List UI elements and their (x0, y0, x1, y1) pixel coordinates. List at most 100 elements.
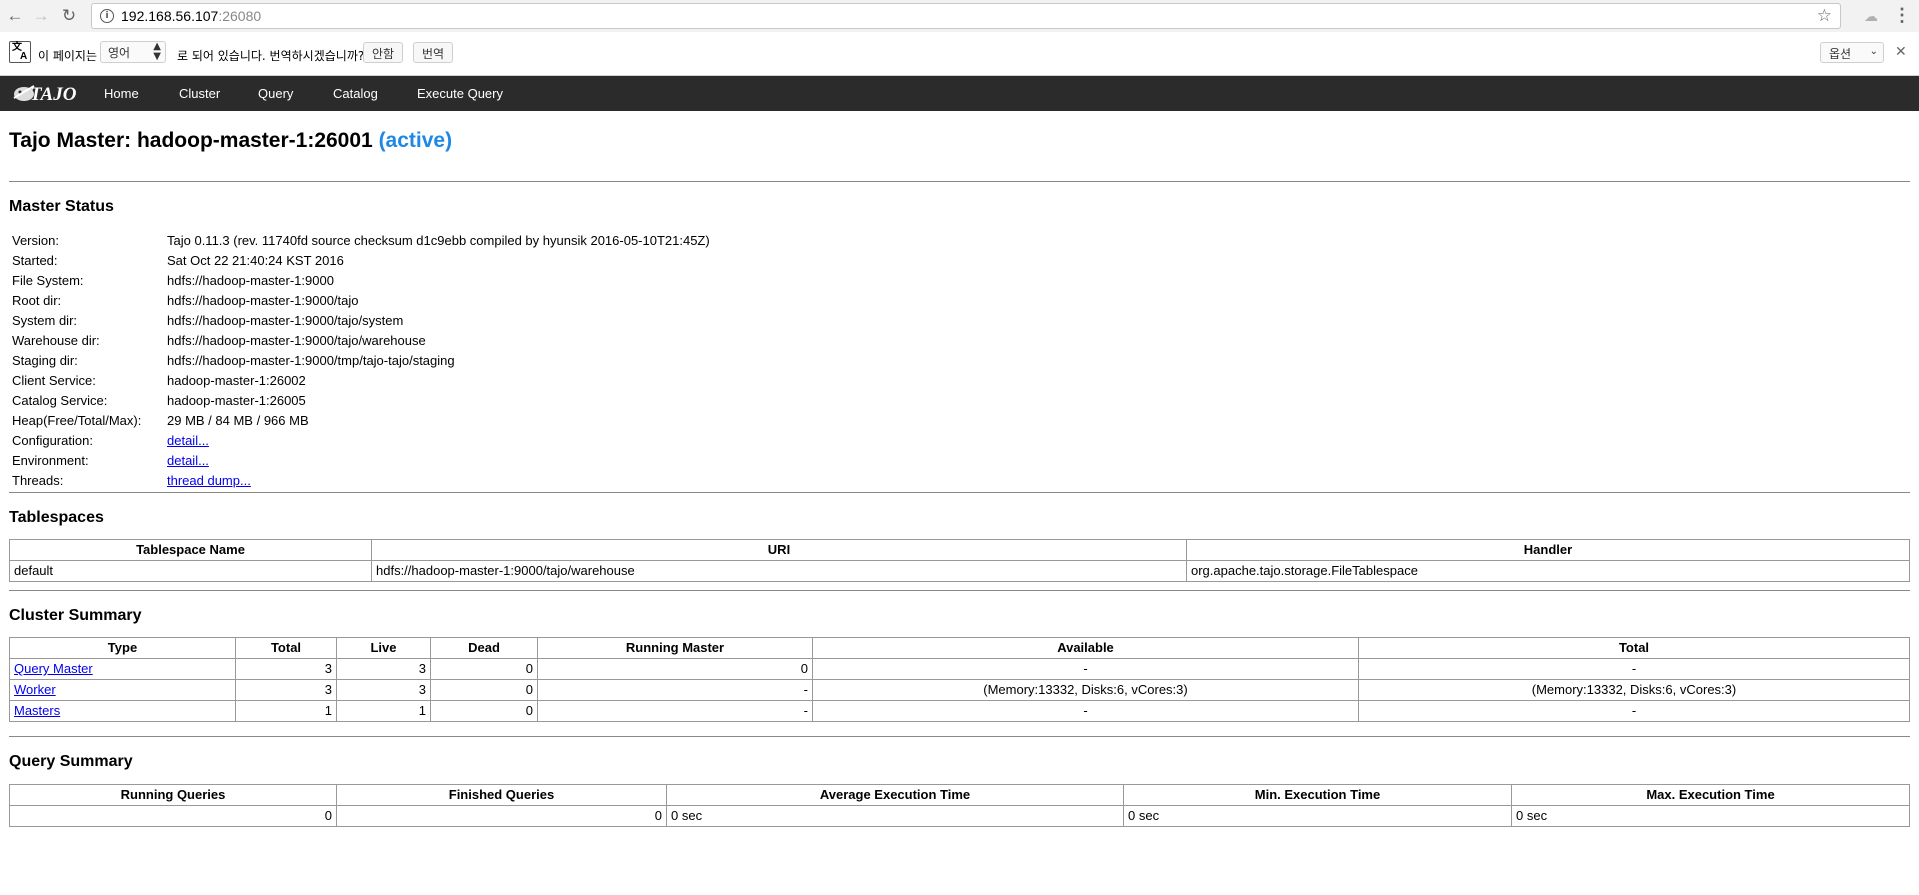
translate-bar: 文A 이 페이지는 영어 ▲ ▼ 로 되어 있습니다. 번역하시겠습니까? 안함 … (0, 32, 1919, 76)
nope-button[interactable]: 안함 (363, 42, 404, 63)
dead-cell: 0 (430, 658, 538, 680)
running-master-cell: 0 (537, 658, 813, 680)
status-row: Started: Sat Oct 22 21:40:24 KST 2016 (9, 251, 710, 271)
bookmark-star-icon[interactable]: ☆ (1817, 6, 1832, 26)
total-resource-cell: (Memory:13332, Disks:6, vCores:3) (1358, 679, 1910, 701)
tajo-menubar: TAJO Home Cluster Query Catalog Execute … (0, 76, 1919, 111)
cluster-summary-table: Type Total Live Dead Running Master Avai… (9, 637, 1910, 722)
dead-cell: 0 (430, 700, 538, 722)
status-key: Started: (12, 253, 58, 268)
status-row: Catalog Service: hadoop-master-1:26005 (9, 391, 710, 411)
query-summary-table: Running Queries Finished Queries Average… (9, 784, 1910, 827)
menu-home[interactable]: Home (104, 86, 139, 101)
total-cell: 1 (235, 700, 337, 722)
url-port: :26080 (218, 8, 262, 24)
address-bar[interactable]: i 192.168.56.107:26080 ☆ (91, 3, 1841, 29)
live-cell: 1 (336, 700, 431, 722)
total-cell: 3 (235, 679, 337, 701)
column-header: URI (371, 539, 1187, 561)
menu-catalog[interactable]: Catalog (333, 86, 378, 101)
divider (9, 590, 1910, 591)
column-header: Running Queries (9, 784, 337, 806)
page-content: Tajo Master: hadoop-master-1:26001 (acti… (9, 111, 1910, 827)
total-resource-cell: - (1358, 700, 1910, 722)
column-header: Total (1358, 637, 1910, 659)
column-header: Total (235, 637, 337, 659)
tablespaces-table: Tablespace Name URI Handler default hdfs… (9, 539, 1910, 582)
status-row: Warehouse dir: hdfs://hadoop-master-1:900… (9, 331, 710, 351)
type-link[interactable]: Query Master (14, 661, 93, 676)
chevron-down-icon: ⌄ (1869, 46, 1878, 57)
running-master-cell: - (537, 679, 813, 701)
language-select[interactable]: 영어 ▲ ▼ (100, 41, 166, 63)
column-header: Min. Execution Time (1123, 784, 1512, 806)
table-row: Masters 1 1 0- - - (9, 700, 1910, 722)
menu-query[interactable]: Query (258, 86, 293, 101)
active-status: (active) (378, 129, 453, 152)
status-row: Heap(Free/Total/Max): 29 MB / 84 MB / 966… (9, 411, 710, 431)
status-row: Version: Tajo 0.11.3 (rev. 11740fd source… (9, 231, 710, 251)
type-link[interactable]: Masters (14, 703, 60, 718)
type-link[interactable]: Worker (14, 682, 56, 697)
finished-queries-cell: 0 (336, 805, 667, 827)
detail-link[interactable]: thread dump... (167, 473, 251, 488)
status-row: Threads: thread dump... (9, 471, 710, 491)
menu-execute-query[interactable]: Execute Query (417, 86, 503, 101)
column-header: Max. Execution Time (1511, 784, 1910, 806)
status-value: Sat Oct 22 21:40:24 KST 2016 (167, 253, 344, 268)
status-key: Warehouse dir: (12, 333, 100, 348)
status-value: hdfs://hadoop-master-1:9000/tajo/warehou… (167, 333, 426, 348)
status-key: System dir: (12, 313, 78, 328)
status-row: Configuration: detail... (9, 431, 710, 451)
table-cell: default (9, 560, 372, 582)
translate-button[interactable]: 번역 (413, 42, 454, 63)
available-cell: (Memory:13332, Disks:6, vCores:3) (812, 679, 1359, 701)
status-value: hdfs://hadoop-master-1:9000/tmp/tajo-taj… (167, 353, 455, 368)
status-key: Configuration: (12, 433, 93, 448)
avg-time-cell: 0 sec (666, 805, 1124, 827)
logo-text: TAJO (30, 84, 77, 105)
column-header: Handler (1186, 539, 1910, 561)
page-title: Tajo Master: hadoop-master-1:26001 (acti… (9, 128, 1910, 154)
available-cell: - (812, 658, 1359, 680)
detail-link[interactable]: detail... (167, 433, 209, 448)
translate-suffix: 로 되어 있습니다. 번역하시겠습니까? (177, 49, 365, 63)
column-header: Running Master (537, 637, 813, 659)
table-row: Query Master 3 3 0 0- - (9, 658, 1910, 680)
min-time-cell: 0 sec (1123, 805, 1512, 827)
info-icon[interactable]: i (100, 9, 114, 23)
back-arrow-icon[interactable]: ← (5, 6, 25, 26)
status-value: hadoop-master-1:26005 (167, 393, 306, 408)
dead-cell: 0 (430, 679, 538, 701)
tajo-logo[interactable]: TAJO (10, 80, 86, 106)
status-row: Client Service: hadoop-master-1:26002 (9, 371, 710, 391)
status-key: Catalog Service: (12, 393, 108, 408)
cluster-summary-heading: Cluster Summary (9, 607, 142, 624)
status-value: hadoop-master-1:26002 (167, 373, 306, 388)
status-key: Client Service: (12, 373, 96, 388)
forward-arrow-icon[interactable]: → (31, 6, 51, 26)
table-row: default hdfs://hadoop-master-1:9000/tajo… (9, 560, 1910, 582)
status-key: Environment: (12, 453, 89, 468)
status-row: File System: hdfs://hadoop-master-1:9000 (9, 271, 710, 291)
tablespaces-heading: Tablespaces (9, 509, 104, 526)
cloud-extension-icon[interactable]: ☁ (1863, 8, 1879, 24)
total-resource-cell: - (1358, 658, 1910, 680)
master-title: Tajo Master: hadoop-master-1:26001 (9, 129, 373, 152)
status-value: hdfs://hadoop-master-1:9000 (167, 273, 334, 288)
url-text[interactable]: 192.168.56.107:26080 (121, 8, 261, 24)
total-cell: 3 (235, 658, 337, 680)
divider (9, 181, 1910, 182)
options-label: 옵션 (1829, 47, 1852, 61)
status-key: File System: (12, 273, 84, 288)
menu-dots-icon[interactable]: ⋮ (1893, 5, 1911, 25)
close-icon[interactable]: ✕ (1895, 44, 1907, 60)
available-cell: - (812, 700, 1359, 722)
url-host: 192.168.56.107 (121, 8, 219, 24)
options-select[interactable]: 옵션 ⌄ (1820, 42, 1884, 63)
column-header: Finished Queries (336, 784, 667, 806)
menu-cluster[interactable]: Cluster (179, 86, 220, 101)
detail-link[interactable]: detail... (167, 453, 209, 468)
updown-arrow-icon: ▲ ▼ (153, 41, 161, 62)
reload-icon[interactable]: ↻ (59, 6, 79, 26)
